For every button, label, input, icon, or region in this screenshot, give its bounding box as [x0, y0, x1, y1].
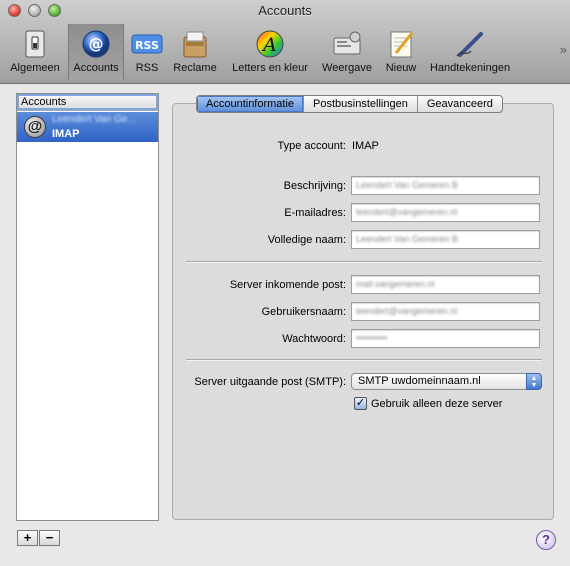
toolbar-item-handtekeningen[interactable]: Handtekeningen — [424, 24, 516, 80]
account-row[interactable]: @ Leendert Van Ge... IMAP — [17, 112, 158, 142]
description-label: Beschrijving: — [283, 180, 346, 192]
window-title: Accounts — [258, 3, 312, 18]
toolbar: Algemeen @ Accounts RSS RSS Reclame A Le… — [0, 24, 570, 84]
toolbar-item-letters-en-kleur[interactable]: A Letters en kleur — [226, 24, 314, 80]
email-label: E-mailadres: — [284, 207, 346, 219]
username-field[interactable]: leendert@vangemeren.nl — [351, 302, 540, 321]
password-label: Wachtwoord: — [282, 333, 346, 345]
fonts-colors-icon: A — [256, 30, 284, 58]
smtp-server-select[interactable]: SMTP uwdomeinnaam.nl ▲ ▼ — [351, 373, 542, 390]
fullname-label: Volledige naam: — [267, 234, 346, 246]
preferences-window: Accounts Algemeen @ Accounts RSS RSS Rec… — [0, 0, 570, 566]
type-account-value: IMAP — [352, 140, 379, 152]
signature-pen-icon — [456, 32, 483, 57]
help-button[interactable]: ? — [536, 530, 556, 550]
tab-geavanceerd[interactable]: Geavanceerd — [416, 96, 502, 112]
email-field[interactable]: leendert@vangemeren.nl — [351, 203, 540, 222]
incoming-server-label: Server inkomende post: — [229, 279, 346, 291]
toolbar-item-reclame[interactable]: Reclame — [168, 24, 222, 80]
remove-account-button[interactable]: − — [39, 530, 60, 546]
viewing-icon — [333, 31, 361, 55]
description-field[interactable]: Leendert Van Gemeren B — [351, 176, 540, 195]
settings-tabs: Accountinformatie Postbusinstellingen Ge… — [196, 95, 503, 113]
separator — [186, 261, 542, 262]
titlebar: Accounts Algemeen @ Accounts RSS RSS Rec… — [0, 0, 570, 84]
toolbar-overflow-button[interactable]: » — [560, 42, 567, 57]
toolbar-item-weergave[interactable]: Weergave — [318, 24, 376, 80]
compose-icon — [390, 31, 414, 58]
account-type: IMAP — [52, 128, 80, 140]
account-name: Leendert Van Ge... — [52, 114, 136, 125]
accounts-list[interactable]: Accounts @ Leendert Van Ge... IMAP — [16, 93, 159, 521]
svg-text:@: @ — [89, 35, 104, 53]
fullname-field[interactable]: Leendert Van Gemeren B — [351, 230, 540, 249]
use-only-this-server-label: Gebruik alleen deze server — [371, 398, 503, 410]
separator — [186, 359, 542, 360]
tab-accountinformatie[interactable]: Accountinformatie — [197, 96, 304, 112]
junk-mail-icon — [183, 31, 207, 58]
svg-text:RSS: RSS — [135, 39, 159, 52]
accounts-list-header: Accounts — [17, 94, 158, 111]
rss-icon: RSS — [131, 34, 163, 54]
toolbar-item-rss[interactable]: RSS RSS — [126, 24, 168, 80]
username-label: Gebruikersnaam: — [261, 306, 346, 318]
type-account-label: Type account: — [277, 140, 347, 152]
tab-postbusinstellingen[interactable]: Postbusinstellingen — [303, 96, 417, 112]
toolbar-item-accounts[interactable]: @ Accounts — [68, 24, 124, 80]
svg-text:A: A — [261, 34, 277, 56]
toolbar-item-algemeen[interactable]: Algemeen — [5, 24, 65, 80]
popup-arrows-icon: ▲ ▼ — [526, 373, 542, 390]
account-at-icon: @ — [24, 116, 46, 138]
incoming-server-field[interactable]: mail.vangemeren.nl — [351, 275, 540, 294]
smtp-label: Server uitgaande post (SMTP): — [194, 376, 346, 388]
add-account-button[interactable]: + — [17, 530, 38, 546]
switch-icon — [25, 30, 45, 58]
password-field[interactable]: •••••••••• — [351, 329, 540, 348]
toolbar-item-nieuw[interactable]: Nieuw — [380, 24, 422, 80]
use-only-this-server-checkbox[interactable]: ✓ — [354, 397, 367, 410]
at-icon: @ — [82, 30, 110, 58]
